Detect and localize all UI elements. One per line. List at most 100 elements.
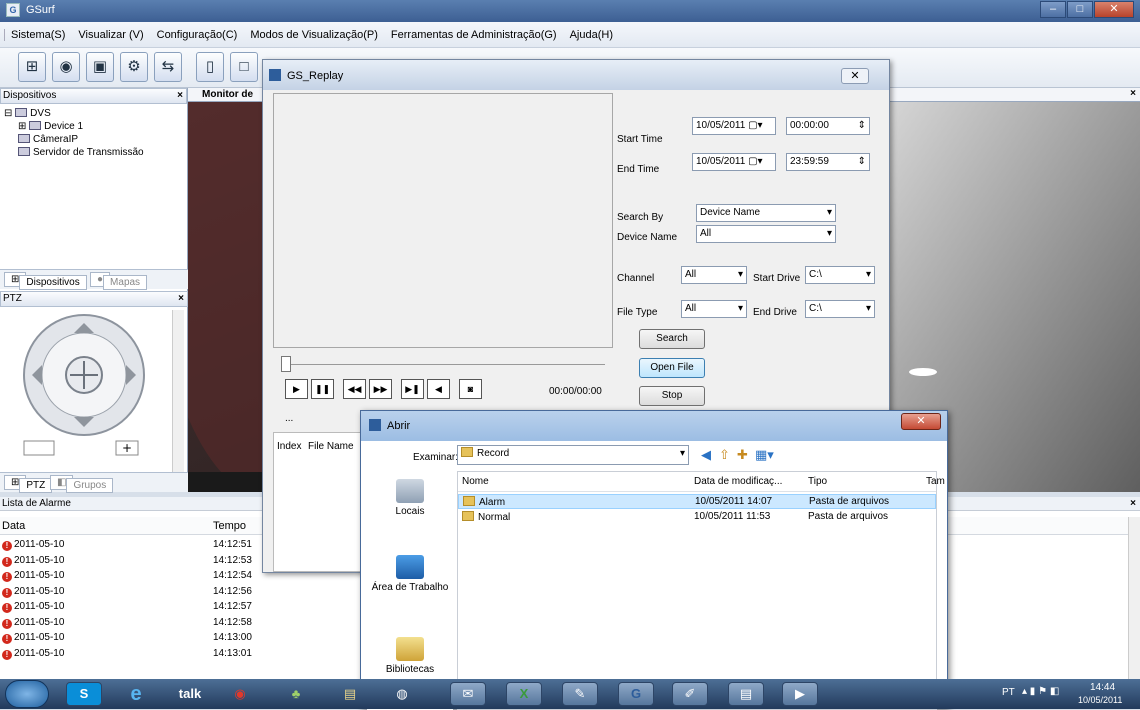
column-data-modificacao[interactable]: Data de modificaç... (694, 476, 782, 487)
outlook-icon[interactable]: ✉ (450, 682, 486, 706)
menu-configuracao[interactable]: Configuração(C) (150, 29, 244, 41)
look-in-select[interactable]: Record (457, 445, 689, 465)
monitor-tab[interactable]: Monitor de (202, 89, 253, 100)
document-icon[interactable]: ▤ (728, 682, 764, 706)
tree-item-server[interactable]: Servidor de Transmissão (18, 147, 144, 158)
end-drive-select[interactable]: C:\ (805, 300, 875, 318)
replay-task-icon[interactable]: ▶ (782, 682, 818, 706)
column-tempo[interactable]: Tempo (213, 520, 246, 532)
menu-visualizar[interactable]: Visualizar (V) (71, 29, 149, 41)
play-button[interactable]: ▶ (285, 379, 308, 399)
tree-item-dvs[interactable]: ⊟ DVS (4, 108, 51, 119)
end-time-spinner[interactable]: 23:59:59 ⇕ (786, 153, 870, 171)
search-by-select[interactable]: Device Name (696, 204, 836, 222)
back-icon[interactable]: ◀ (701, 447, 711, 463)
clock-time[interactable]: 14:44 (1090, 682, 1115, 693)
stop-button[interactable]: Stop (639, 386, 705, 406)
skype-icon[interactable]: S (66, 682, 102, 706)
minimize-button[interactable]: – (1040, 1, 1066, 18)
layout2-tool-icon[interactable]: □ (230, 52, 258, 82)
tray-icons[interactable]: ▴ ▮ ⚑ ◧ (1022, 686, 1059, 697)
menu-ferramentas[interactable]: Ferramentas de Administração(G) (384, 29, 563, 41)
globe-tool-icon[interactable]: ◉ (52, 52, 80, 82)
devices-panel: Dispositivos × ⊟ DVS ⊞ Device 1 CâmeraIP… (0, 88, 188, 493)
tree-item-camera[interactable]: CâmeraIP (18, 134, 78, 145)
media-icon[interactable]: ◍ (384, 682, 420, 706)
network-icon[interactable]: ♣ (278, 682, 314, 706)
menu-modos[interactable]: Modos de Visualização(P) (243, 29, 384, 41)
start-time-spinner[interactable]: 00:00:00 ⇕ (786, 117, 870, 135)
pause-button[interactable]: ❚❚ (311, 379, 334, 399)
chrome-icon[interactable]: ◉ (222, 682, 258, 706)
tab-grupos[interactable]: ◧ Grupos (50, 475, 114, 493)
fast-forward-button[interactable]: ▶▶ (369, 379, 392, 399)
file-type-select[interactable]: All (681, 300, 747, 318)
start-drive-select[interactable]: C:\ (805, 266, 875, 284)
alarm-row[interactable]: ! 2011-05-10 14:12:56 (0, 585, 360, 600)
volume-button[interactable]: ◀ (427, 379, 450, 399)
alarm-error-icon: ! (2, 603, 12, 613)
devices-tool-icon[interactable]: ⊞ (18, 52, 46, 82)
device-name-select[interactable]: All (696, 225, 836, 243)
language-indicator[interactable]: PT (1002, 687, 1015, 698)
column-data[interactable]: Data (2, 520, 25, 532)
column-tipo[interactable]: Tipo (808, 476, 827, 487)
tree-item-device1[interactable]: ⊞ Device 1 (18, 121, 83, 132)
alarm-row[interactable]: ! 2011-05-10 14:13:00 (0, 631, 360, 646)
next-frame-button[interactable]: ▶❚ (401, 379, 424, 399)
search-button[interactable]: Search (639, 329, 705, 349)
channel-select[interactable]: All (681, 266, 747, 284)
file-row-alarm[interactable]: Alarm 10/05/2011 14:07 Pasta de arquivos (458, 494, 936, 509)
paint-icon[interactable]: ✎ (562, 682, 598, 706)
close-icon[interactable]: × (1130, 497, 1136, 510)
rewind-button[interactable]: ◀◀ (343, 379, 366, 399)
maximize-button[interactable]: □ (1067, 1, 1093, 18)
alarm-row[interactable]: ! 2011-05-10 14:12:58 (0, 616, 360, 631)
column-tamanho[interactable]: Tam (926, 476, 945, 487)
menu-ajuda[interactable]: Ajuda(H) (563, 29, 619, 41)
camera-tool-icon[interactable]: ▣ (86, 52, 114, 82)
tab-mapas[interactable]: ● Mapas (90, 272, 148, 290)
snapshot-button[interactable]: ◙ (459, 379, 482, 399)
end-date-picker[interactable]: 10/05/2011 ▢▾ (692, 153, 776, 171)
new-folder-icon[interactable]: ✚ (737, 447, 748, 463)
place-area-de-trabalho[interactable]: Área de Trabalho (367, 555, 453, 593)
seek-handle[interactable] (281, 356, 291, 372)
ie-icon[interactable]: e (118, 682, 154, 706)
close-button[interactable]: ✕ (1094, 1, 1134, 18)
alarm-scrollbar[interactable] (1128, 517, 1140, 679)
column-nome[interactable]: Nome (462, 476, 489, 487)
excel-icon[interactable]: X (506, 682, 542, 706)
alarm-row[interactable]: ! 2011-05-10 14:13:01 (0, 647, 360, 662)
place-bibliotecas[interactable]: Bibliotecas (367, 637, 453, 675)
tab-dispositivos[interactable]: ⊞ Dispositivos (4, 272, 87, 290)
up-folder-icon[interactable]: ⇧ (719, 447, 730, 463)
view-menu-icon[interactable]: ▦▾ (755, 447, 774, 463)
column-file-name[interactable]: File Name (308, 441, 354, 452)
explorer-icon[interactable]: ▤ (332, 682, 368, 706)
menu-sistema[interactable]: Sistema(S) (4, 28, 71, 41)
ptz-dial-icon[interactable]: + (4, 313, 164, 461)
replay-close-button[interactable]: ✕ (841, 68, 869, 84)
settings-tool-icon[interactable]: ⚙ (120, 52, 148, 82)
transfer-tool-icon[interactable]: ⇆ (154, 52, 182, 82)
start-date-picker[interactable]: 10/05/2011 ▢▾ (692, 117, 776, 135)
dialog-close-button[interactable]: ✕ (901, 413, 941, 430)
start-button[interactable] (5, 680, 49, 708)
close-icon[interactable]: × (178, 292, 184, 306)
open-file-button[interactable]: Open File (639, 358, 705, 378)
layout-tool-icon[interactable]: ▯ (196, 52, 224, 82)
recent-places-icon (396, 479, 424, 503)
alarm-row[interactable]: ! 2011-05-10 14:12:57 (0, 600, 360, 615)
column-index[interactable]: Index (277, 441, 301, 452)
close-icon[interactable]: × (177, 89, 183, 103)
gsurf-task-icon[interactable]: G (618, 682, 654, 706)
place-locais[interactable]: Locais (367, 479, 453, 517)
gtalk-icon[interactable]: talk (172, 682, 208, 706)
paint2-icon[interactable]: ✐ (672, 682, 708, 706)
file-row-normal[interactable]: Normal 10/05/2011 11:53 Pasta de arquivo… (458, 510, 936, 525)
close-icon[interactable]: × (1130, 88, 1136, 99)
tab-ptz[interactable]: ⊞ PTZ (4, 475, 53, 493)
clock-date[interactable]: 10/05/2011 (1078, 695, 1122, 705)
ptz-scrollbar[interactable] (172, 310, 184, 474)
